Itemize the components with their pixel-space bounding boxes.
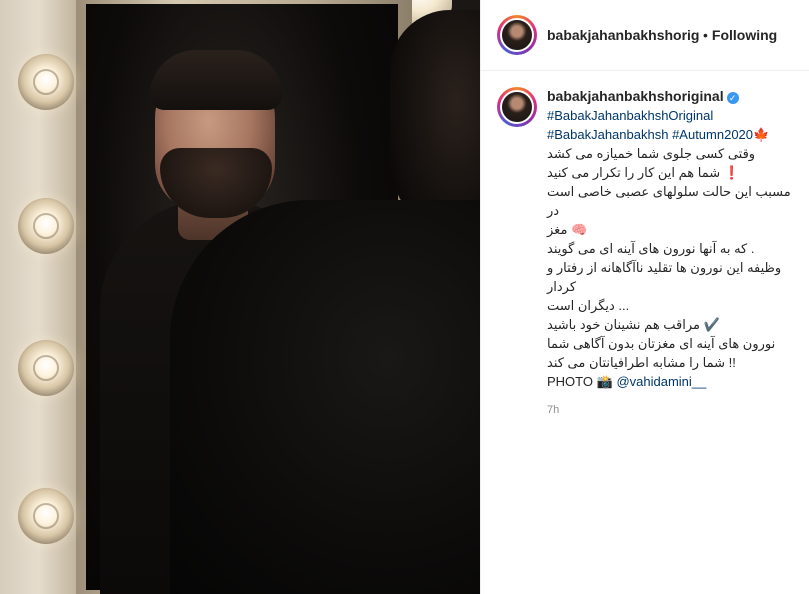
hashtag-link[interactable]: #BabakJahanbakhsh (547, 127, 668, 142)
header-username-link[interactable]: babakjahanbakhshoriginal (547, 27, 699, 43)
vanity-bulb (18, 198, 74, 254)
story-ring[interactable] (497, 15, 537, 55)
hashtag-link[interactable]: #Autumn2020 (672, 127, 753, 142)
caption-line: ❗️ شما هم این کار را تکرار می کنید (547, 165, 740, 180)
avatar[interactable] (500, 18, 534, 52)
caption-story-ring[interactable] (497, 87, 537, 127)
caption-line: ... دیگران است (547, 298, 630, 313)
camera-icon: 📸 (596, 374, 613, 389)
post-timestamp[interactable]: 7h (547, 401, 797, 420)
caption-line: مسبب این حالت سلولهای عصبی خاصی است در (547, 184, 791, 218)
post-header: babakjahanbakhshoriginal • Following (481, 0, 809, 71)
vanity-bulb (18, 340, 74, 396)
post-photo[interactable] (0, 0, 480, 594)
following-button[interactable]: Following (712, 27, 777, 43)
caption-line: !! شما را مشابه اطرافیانتان می کند (547, 355, 736, 370)
caption-body: babakjahanbakhshoriginal ✓ #BabakJahanbak… (547, 87, 797, 420)
caption-line: وظیفه این نورون ها تقلید ناآگاهانه از رف… (547, 260, 782, 294)
verified-badge-icon: ✓ (726, 91, 739, 104)
caption-line: نورون های آینه ای مغزتان بدون آگاهی شما (547, 336, 776, 351)
maple-leaf-icon: 🍁 (753, 127, 770, 142)
caption-avatar[interactable] (500, 90, 534, 124)
photo-credit-link[interactable]: @vahidamini__ (616, 374, 706, 389)
vanity-bulb (18, 488, 74, 544)
reflection-hair (150, 50, 282, 110)
photo-label: PHOTO (547, 374, 593, 389)
caption-line: وقتی کسی جلوی شما خمیازه می کشد (547, 146, 756, 161)
post-sidebar: babakjahanbakhshoriginal • Following bab… (480, 0, 809, 594)
foreground-shoulder (170, 200, 480, 594)
caption-line: . که به آنها نورون های آینه ای می گویند (547, 241, 755, 256)
caption-line: ✔️ مراقب هم نشینان خود باشید (547, 317, 720, 332)
vanity-bulb (18, 54, 74, 110)
caption-username-link[interactable]: babakjahanbakhshoriginal (547, 88, 724, 104)
header-separator: • (703, 27, 708, 43)
caption-line: 🧠 مغز (547, 222, 588, 237)
hashtag-link[interactable]: #BabakJahanbakhshOriginal (547, 108, 713, 123)
caption: babakjahanbakhshoriginal ✓ #BabakJahanbak… (481, 71, 809, 420)
